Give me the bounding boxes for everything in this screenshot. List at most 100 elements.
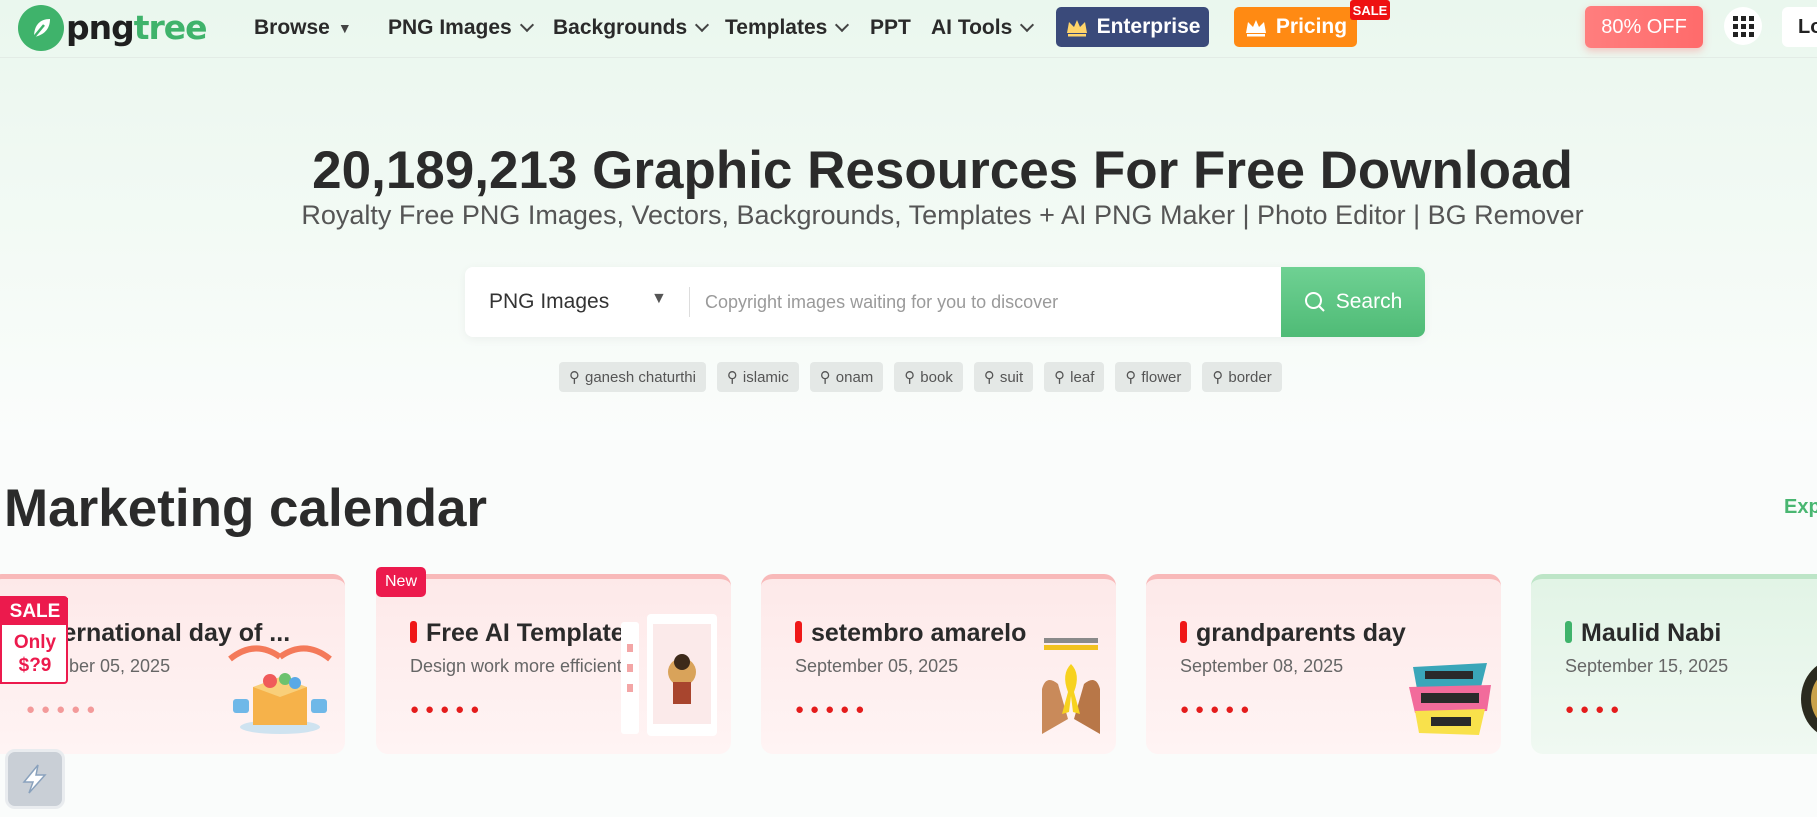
nav-png-images[interactable]: PNG Images [388, 14, 534, 42]
section-title: Marketing calendar [4, 479, 488, 538]
search-button[interactable]: Search [1281, 267, 1425, 337]
search-input[interactable] [705, 282, 1265, 322]
search-icon: ⚲ [819, 369, 831, 386]
search-tag-label: suit [999, 368, 1024, 386]
search-tag[interactable]: ⚲ onam [809, 362, 884, 392]
enterprise-button[interactable]: Enterprise [1056, 7, 1209, 47]
chevron-down-icon [519, 17, 534, 33]
search-tag[interactable]: ⚲ flower [1115, 362, 1192, 392]
enterprise-label: Enterprise [1096, 15, 1201, 38]
search-icon: ⚲ [904, 369, 916, 386]
search-tag[interactable]: ⚲ leaf [1044, 362, 1105, 392]
nav-ai-tools-label: AI Tools [931, 16, 1013, 39]
leaf-logo-icon [18, 5, 64, 51]
card-popularity: ●●●●● [410, 701, 486, 718]
new-badge: New [376, 567, 426, 597]
card-title: grandparents day [1196, 619, 1406, 647]
search-icon: ⚲ [1054, 369, 1066, 386]
card-accent-bar [795, 621, 802, 643]
explore-link[interactable]: Exp [1784, 496, 1817, 519]
search-button-label: Search [1335, 290, 1403, 313]
hero-title: 20,189,213 Graphic Resources For Free Do… [312, 141, 1573, 200]
pricing-button[interactable]: Pricing [1234, 7, 1357, 47]
card-date: September 08, 2025 [1180, 656, 1344, 676]
card-title: setembro amarelo [811, 619, 1027, 647]
search-tag[interactable]: ⚲ book [894, 362, 963, 392]
nav-browse-label: Browse [254, 16, 330, 39]
sale-tag: SALE [1350, 0, 1390, 20]
search-bar: PNG Images ▼ Search [465, 267, 1425, 337]
triangle-down-icon[interactable]: ▼ [651, 290, 667, 308]
search-tags: ⚲ ganesh chaturthi ⚲ islamic ⚲ onam ⚲ book ⚲… [559, 362, 1282, 392]
chevron-down-icon [835, 17, 850, 33]
template-preview-illustration [621, 614, 721, 744]
crown-icon [1245, 20, 1266, 37]
mosque-lantern-illustration [1797, 654, 1817, 749]
search-type-select[interactable]: PNG Images [489, 267, 609, 337]
calendar-card[interactable]: Maulid Nabi September 15, 2025 ●●●● [1531, 574, 1817, 754]
search-tag[interactable]: ⚲ islamic [716, 362, 799, 392]
nav-backgrounds-label: Backgrounds [553, 16, 688, 39]
chevron-down-icon [1020, 17, 1035, 33]
sale-promo-price: $?9 [18, 655, 52, 676]
search-icon: ⚲ [726, 369, 738, 386]
card-date: September 15, 2025 [1565, 656, 1729, 676]
nav-ppt[interactable]: PPT [870, 14, 911, 42]
login-button[interactable]: Lo [1782, 7, 1817, 47]
search-tag[interactable]: ⚲ ganesh chaturthi [559, 362, 706, 392]
sale-promo-badge[interactable]: SALE Only $?9 [0, 596, 68, 684]
card-popularity: ●●●● [1565, 701, 1626, 718]
lightning-logo-icon [22, 764, 47, 794]
logo[interactable]: pngtree [18, 5, 208, 51]
calendar-card[interactable]: Free AI Template Design work more effici… [376, 574, 731, 754]
nav-ai-tools[interactable]: AI Tools [931, 14, 1035, 42]
search-tag-label: book [920, 368, 953, 386]
charity-box-illustration [225, 639, 335, 744]
search-icon: ⚲ [1125, 369, 1137, 386]
sale-promo-line1: Only [13, 632, 57, 653]
yellow-ribbon-hands-illustration [1036, 634, 1106, 744]
card-date: mber 05, 2025 [54, 656, 171, 676]
search-tag-label: islamic [742, 368, 789, 386]
nav-templates[interactable]: Templates [725, 14, 850, 42]
search-tag-label: ganesh chaturthi [585, 368, 696, 386]
logo-text-tree: tree [133, 8, 208, 47]
apps-grid-button[interactable] [1724, 7, 1762, 45]
apps-grid-icon [1732, 15, 1754, 37]
card-accent-bar [1565, 621, 1572, 643]
card-popularity: ●●●●● [26, 701, 102, 718]
search-icon: ⚲ [983, 369, 995, 386]
hero-subtitle: Royalty Free PNG Images, Vectors, Backgr… [301, 200, 1584, 230]
search-icon [1304, 292, 1325, 312]
card-accent-bar [410, 621, 417, 643]
crown-icon [1066, 20, 1087, 37]
card-popularity: ●●●●● [1180, 701, 1256, 718]
logo-text-png: png [66, 8, 135, 47]
search-icon: ⚲ [1212, 369, 1224, 386]
nav-backgrounds[interactable]: Backgrounds [553, 14, 710, 42]
nav-ppt-label: PPT [870, 16, 911, 39]
nav-templates-label: Templates [725, 16, 828, 39]
search-tag[interactable]: ⚲ border [1202, 362, 1282, 392]
calendar-card[interactable]: grandparents day September 08, 2025 ●●●●… [1146, 574, 1501, 754]
sale-promo-title: SALE [2, 598, 68, 625]
search-tag-label: border [1228, 368, 1272, 386]
card-accent-bar [1180, 621, 1187, 643]
card-title: Free AI Template [426, 619, 625, 647]
top-nav: pngtree Browse ▼ PNG Images Backgrounds … [0, 0, 1817, 58]
search-tag-label: onam [835, 368, 874, 386]
discount-badge[interactable]: 80% OFF [1585, 6, 1703, 48]
pricing-label: Pricing [1275, 15, 1348, 38]
search-divider [689, 287, 690, 317]
card-popularity: ●●●●● [795, 701, 871, 718]
search-tag[interactable]: ⚲ suit [973, 362, 1034, 392]
card-subtitle: Design work more efficiently [410, 656, 635, 676]
nav-browse[interactable]: Browse ▼ [254, 14, 352, 42]
search-icon: ⚲ [569, 369, 580, 386]
floating-widget-button[interactable] [5, 749, 65, 809]
calendar-card[interactable]: setembro amarelo September 05, 2025 ●●●●… [761, 574, 1116, 754]
triangle-down-icon: ▼ [337, 20, 352, 36]
grandparents-day-illustration [1409, 659, 1491, 744]
chevron-down-icon [695, 17, 710, 33]
search-tag-label: leaf [1070, 368, 1095, 386]
